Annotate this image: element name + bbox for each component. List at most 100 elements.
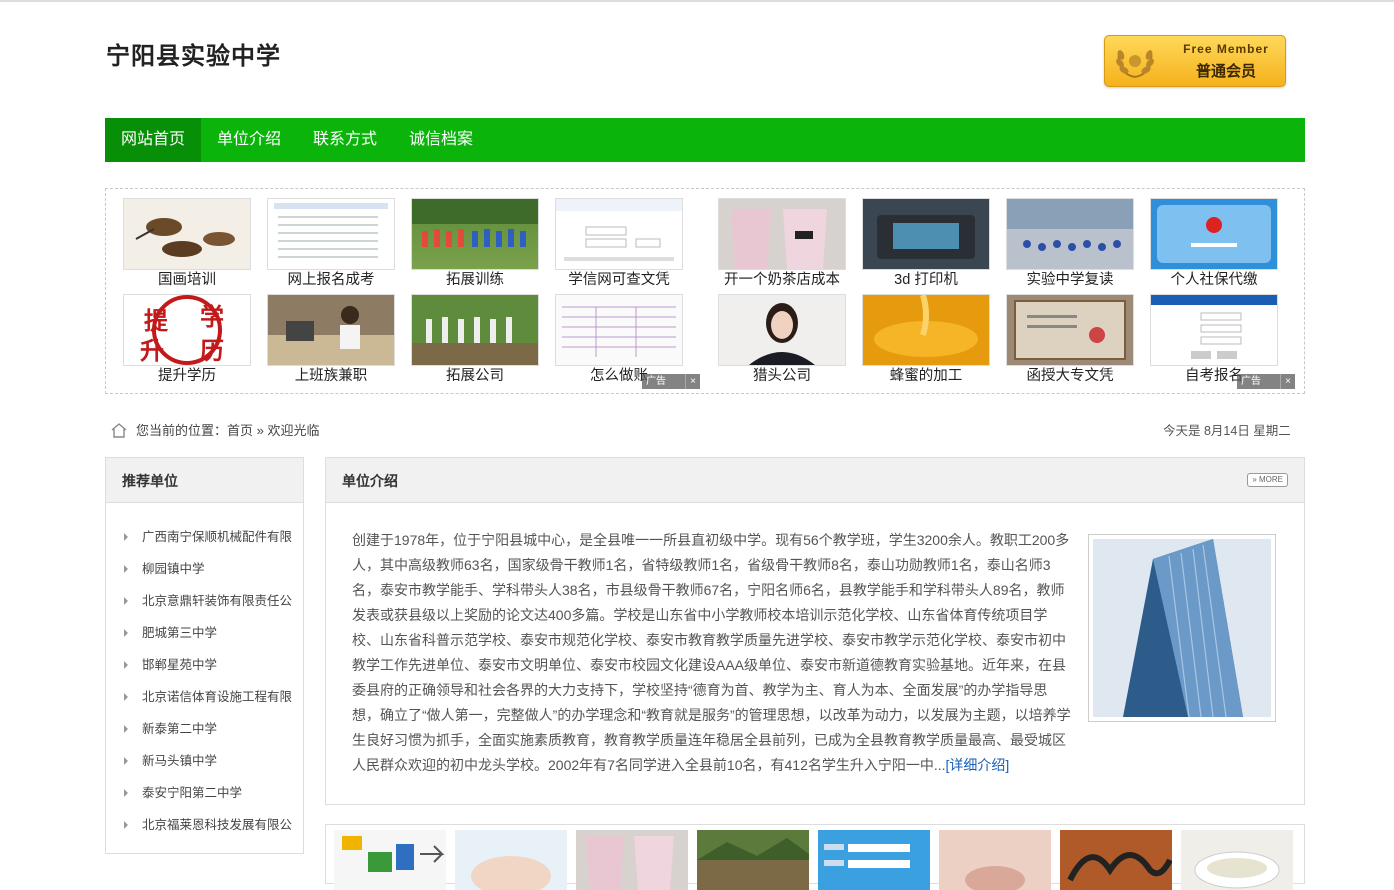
sidebar-item[interactable]: 新马头镇中学 — [124, 750, 217, 769]
sidebar-item[interactable]: 北京意鼎轩装饰有限责任公 — [124, 590, 292, 609]
laurel-icon — [1116, 50, 1154, 78]
strip-image[interactable] — [455, 830, 567, 890]
ad-tile[interactable]: 3d 打印机 — [862, 198, 990, 290]
3d-printer-image — [862, 198, 990, 270]
sidebar-item-label: 北京意鼎轩装饰有限责任公 — [142, 594, 293, 608]
ad-tile[interactable]: 猎头公司 — [718, 294, 846, 386]
sidebar-item[interactable]: 北京福莱恩科技发展有限公 — [124, 814, 292, 833]
arrow-right-icon — [124, 757, 128, 765]
home-icon — [111, 423, 127, 438]
sidebar-item[interactable]: 广西南宁保顺机械配件有限 — [124, 526, 292, 545]
ad-tile[interactable]: 提 学 升 历 提升学历 — [123, 294, 251, 386]
breadcrumb-current: 欢迎光临 — [267, 423, 320, 438]
ad-tile[interactable]: 国画培训 — [123, 198, 251, 290]
ad-tile[interactable]: 拓展训练 — [411, 198, 539, 290]
main-nav: 网站首页 单位介绍 联系方式 诚信档案 — [105, 118, 1305, 162]
tile-glyph: 升 — [140, 337, 164, 365]
nav-contact[interactable]: 联系方式 — [297, 118, 393, 162]
ad-caption: 3d 打印机 — [894, 272, 958, 288]
ad-tile[interactable]: 蜂蜜的加工 — [862, 294, 990, 386]
close-icon[interactable]: × — [685, 374, 700, 389]
close-icon[interactable]: × — [1280, 374, 1295, 389]
education-upgrade-image: 提 学 升 历 — [123, 294, 251, 366]
arrow-right-icon — [124, 629, 128, 637]
more-label: MORE — [1259, 475, 1283, 484]
nav-about[interactable]: 单位介绍 — [201, 118, 297, 162]
strip-image[interactable] — [334, 830, 446, 890]
nav-home[interactable]: 网站首页 — [105, 118, 202, 162]
school-students-image — [1006, 198, 1134, 270]
tile-glyph: 学 — [200, 303, 224, 331]
ad-caption: 猎头公司 — [753, 368, 811, 384]
ad-caption: 函授大专文凭 — [1026, 368, 1114, 384]
sidebar-item-label: 邯郸星苑中学 — [142, 658, 218, 672]
intro-text: 创建于1978年，位于宁阳县城中心，是全县唯一一所县直初级中学。现有56个教学班… — [352, 528, 1072, 778]
member-label-cn: 普通会员 — [1195, 63, 1256, 80]
sidebar-item[interactable]: 北京诺信体育设施工程有限 — [124, 686, 292, 705]
breadcrumb: 您当前的位置：首页 » 欢迎光临 — [110, 420, 320, 439]
ad-tile[interactable]: 上班族兼职 — [267, 294, 395, 386]
team-building-image — [411, 294, 539, 366]
breadcrumb-separator: » — [253, 423, 268, 438]
sidebar-item[interactable]: 肥城第三中学 — [124, 622, 217, 641]
ad-badge[interactable]: 广告 × — [642, 374, 700, 389]
ad-tile[interactable]: 开一个奶茶店成本 — [718, 198, 846, 290]
member-label-en: Free Member — [1183, 42, 1269, 56]
sidebar-item-label: 肥城第三中学 — [142, 626, 218, 640]
ad-tile[interactable]: 函授大专文凭 — [1006, 294, 1134, 386]
ledger-image — [555, 294, 683, 366]
team-outdoor-image — [411, 198, 539, 270]
strip-image[interactable] — [1181, 830, 1293, 890]
strip-image[interactable] — [576, 830, 688, 890]
arrow-right-icon — [124, 661, 128, 669]
social-security-card-image — [1150, 198, 1278, 270]
headhunter-portrait-image — [718, 294, 846, 366]
strip-image[interactable] — [697, 830, 809, 890]
breadcrumb-label: 您当前的位置： — [136, 423, 228, 438]
arrow-right-icon — [124, 565, 128, 573]
ad-caption: 网上报名成考 — [287, 272, 375, 288]
ad-caption: 提升学历 — [158, 368, 216, 384]
painting-image — [123, 198, 251, 270]
arrow-right-icon — [124, 533, 128, 541]
ad-caption: 蜂蜜的加工 — [889, 368, 963, 384]
arrow-right-icon — [124, 789, 128, 797]
site-title[interactable]: 宁阳县实验中学 — [106, 36, 281, 71]
strip-image[interactable] — [939, 830, 1051, 890]
ad-tile[interactable]: 自考报名 — [1150, 294, 1278, 386]
ad-tile[interactable]: 实验中学复读 — [1006, 198, 1134, 290]
ad-badge[interactable]: 广告 × — [1237, 374, 1295, 389]
sidebar-item-label: 柳园镇中学 — [142, 562, 205, 576]
ad-panel: 国画培训 网上报名成考 拓展训练 学信网可查文凭 开一个奶茶店成本 3d 打印机… — [105, 188, 1305, 394]
tile-glyph: 历 — [200, 337, 224, 365]
sidebar-item[interactable]: 泰安宁阳第二中学 — [124, 782, 242, 801]
breadcrumb-home-link[interactable]: 首页 — [227, 423, 253, 438]
arrow-right-icon — [124, 821, 128, 829]
ad-caption: 实验中学复读 — [1026, 272, 1114, 288]
ad-tile[interactable]: 网上报名成考 — [267, 198, 395, 290]
sidebar-item[interactable]: 新泰第二中学 — [124, 718, 217, 737]
sidebar-item-label: 新泰第二中学 — [142, 722, 218, 736]
office-work-image — [267, 294, 395, 366]
sidebar-item[interactable]: 邯郸星苑中学 — [124, 654, 217, 673]
ad-caption: 国画培训 — [158, 272, 216, 288]
more-button[interactable]: » MORE — [1247, 473, 1288, 487]
ad-tile[interactable]: 学信网可查文凭 — [555, 198, 683, 290]
nav-credit[interactable]: 诚信档案 — [393, 118, 489, 162]
diploma-image — [1006, 294, 1134, 366]
ad-tile[interactable]: 怎么做账 — [555, 294, 683, 386]
detail-link[interactable]: [详细介绍] — [946, 757, 1010, 773]
strip-image[interactable] — [1060, 830, 1172, 890]
ad-badge-label: 广告 — [1241, 376, 1261, 387]
strip-image[interactable] — [818, 830, 930, 890]
sidebar-item-label: 新马头镇中学 — [142, 754, 218, 768]
ad-tile[interactable]: 拓展公司 — [411, 294, 539, 386]
ad-badge-label: 广告 — [646, 376, 666, 387]
ad-tile[interactable]: 个人社保代缴 — [1150, 198, 1278, 290]
member-badge[interactable]: Free Member 普通会员 — [1104, 35, 1286, 87]
arrow-right-icon — [124, 597, 128, 605]
sidebar-item[interactable]: 柳园镇中学 — [124, 558, 205, 577]
building-photo — [1088, 534, 1276, 722]
ad-caption: 上班族兼职 — [294, 368, 368, 384]
ad-caption: 开一个奶茶店成本 — [724, 272, 840, 288]
